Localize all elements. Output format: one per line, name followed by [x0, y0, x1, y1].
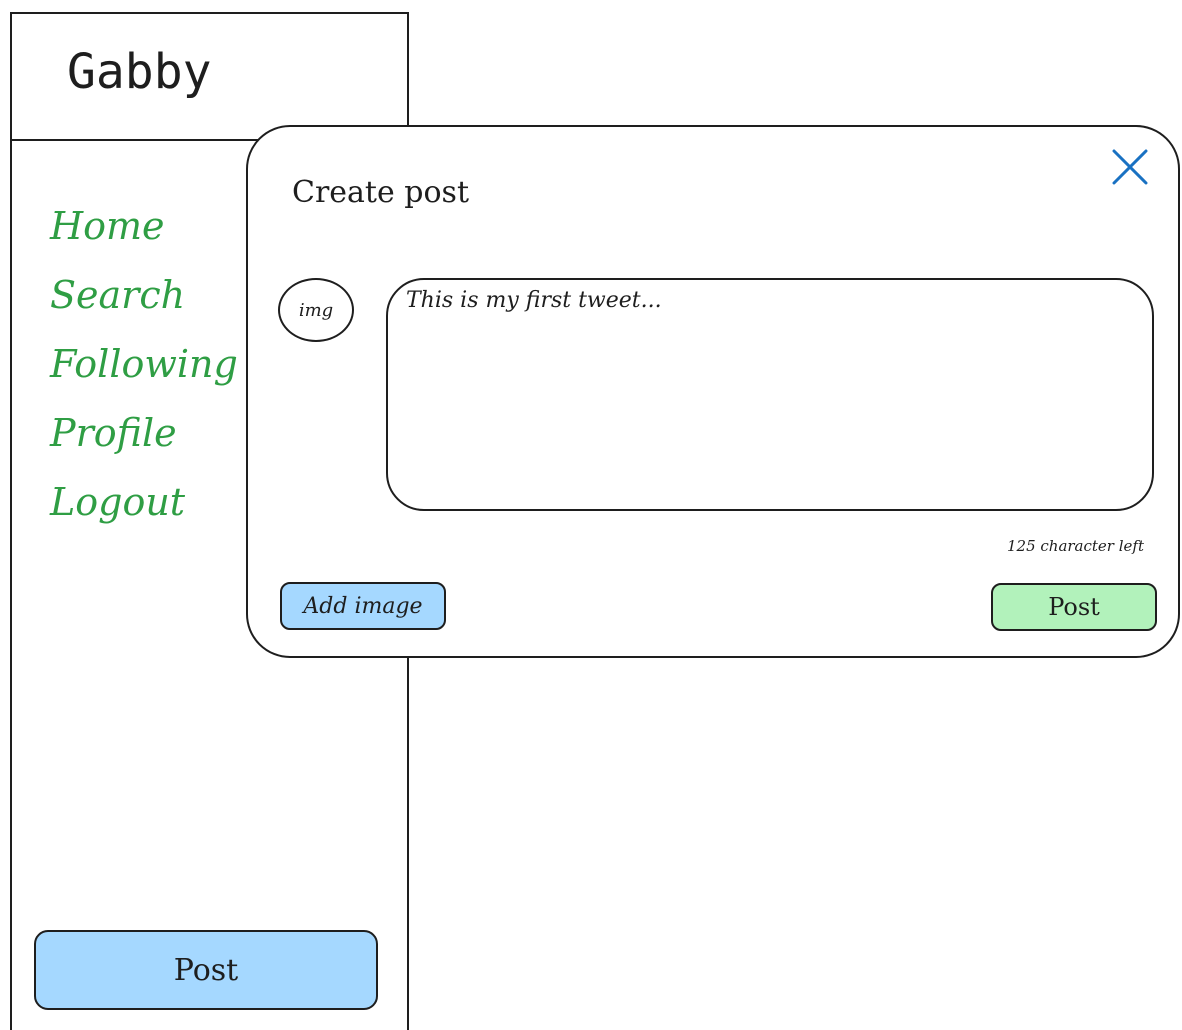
brand-title: Gabby: [67, 44, 212, 100]
close-button[interactable]: [1110, 147, 1150, 187]
nav-home[interactable]: Home: [50, 192, 238, 261]
modal-title: Create post: [292, 175, 469, 210]
post-composer-input[interactable]: This is my first tweet...: [386, 278, 1154, 511]
close-icon: [1112, 149, 1148, 185]
sidebar-post-button[interactable]: Post: [34, 930, 378, 1010]
sidebar-nav: Home Search Following Profile Logout: [50, 192, 238, 537]
add-image-button[interactable]: Add image: [280, 582, 446, 630]
nav-profile[interactable]: Profile: [50, 399, 238, 468]
character-count: 125 character left: [1006, 537, 1144, 555]
avatar: img: [278, 278, 354, 342]
nav-following[interactable]: Following: [50, 330, 238, 399]
nav-search[interactable]: Search: [50, 261, 238, 330]
page: Gabby Home Search Following Profile Logo…: [0, 0, 1182, 1030]
modal-post-button[interactable]: Post: [991, 583, 1157, 631]
create-post-modal: Create post img This is my first tweet..…: [246, 125, 1180, 658]
brand-header: Gabby: [12, 14, 407, 141]
nav-logout[interactable]: Logout: [50, 468, 238, 537]
